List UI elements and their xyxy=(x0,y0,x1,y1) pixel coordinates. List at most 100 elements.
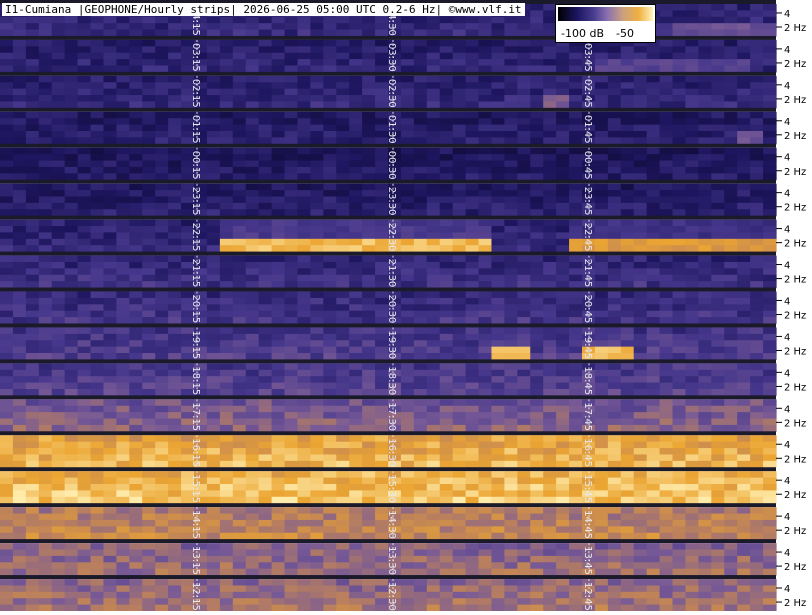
heatmap-cell xyxy=(220,454,234,461)
heatmap-cell xyxy=(26,89,40,96)
heatmap-cell xyxy=(673,65,687,72)
heatmap-cell xyxy=(310,131,324,138)
heatmap-cell xyxy=(724,490,738,497)
heatmap-cell xyxy=(479,275,493,282)
heatmap-cell xyxy=(698,471,712,478)
heatmap-cell xyxy=(466,76,480,83)
heatmap-cell xyxy=(414,184,428,191)
heatmap-cell xyxy=(660,484,674,491)
heatmap-cell xyxy=(660,292,674,299)
heatmap-cell xyxy=(285,406,299,413)
heatmap-cell xyxy=(155,148,169,155)
heatmap-cell xyxy=(155,262,169,269)
heatmap-cell xyxy=(763,245,777,252)
heatmap-cell xyxy=(660,454,674,461)
heatmap-cell xyxy=(634,167,648,174)
heatmap-cell xyxy=(737,53,751,60)
heatmap-cell xyxy=(349,406,363,413)
heatmap-cell xyxy=(660,95,674,102)
heatmap-cell xyxy=(647,497,661,504)
heatmap-cell xyxy=(285,89,299,96)
heatmap-cell xyxy=(621,490,635,497)
heatmap-cell xyxy=(129,89,143,96)
heatmap-cell xyxy=(479,203,493,210)
heatmap-cell xyxy=(401,406,415,413)
heatmap-cell xyxy=(698,425,712,432)
heatmap-cell xyxy=(103,281,117,288)
heatmap-cell xyxy=(142,101,156,108)
heatmap-cell xyxy=(673,304,687,311)
heatmap-cell xyxy=(297,520,311,527)
heatmap-cell xyxy=(78,340,92,347)
heatmap-cell xyxy=(233,383,247,390)
heatmap-cell xyxy=(466,82,480,89)
heatmap-cell xyxy=(116,131,130,138)
heatmap-cell xyxy=(608,101,622,108)
heatmap-cell xyxy=(763,550,777,557)
heatmap-cell xyxy=(608,292,622,299)
heatmap-cell xyxy=(724,292,738,299)
heatmap-cell xyxy=(142,389,156,396)
heatmap-cell xyxy=(207,148,221,155)
heatmap-cell xyxy=(272,347,286,354)
heatmap-cell xyxy=(685,347,699,354)
freq-tick-label: 4 xyxy=(784,153,790,164)
heatmap-cell xyxy=(724,435,738,442)
heatmap-cell xyxy=(504,543,518,550)
heatmap-cell xyxy=(310,520,324,527)
heatmap-cell xyxy=(750,317,764,324)
heatmap-cell xyxy=(297,514,311,521)
heatmap-cell xyxy=(427,490,441,497)
heatmap-cell xyxy=(530,376,544,383)
heatmap-cell xyxy=(129,161,143,168)
heatmap-cell xyxy=(285,268,299,275)
heatmap-cell xyxy=(698,118,712,125)
heatmap-cell xyxy=(103,95,117,102)
freq-axis-panel xyxy=(776,0,812,611)
heatmap-cell xyxy=(129,196,143,203)
heatmap-cell xyxy=(103,118,117,125)
heatmap-cell xyxy=(78,196,92,203)
heatmap-cell xyxy=(91,161,105,168)
heatmap-cell xyxy=(362,112,376,119)
heatmap-cell xyxy=(621,311,635,318)
heatmap-cell xyxy=(103,17,117,24)
heatmap-cell xyxy=(103,30,117,37)
heatmap-cell xyxy=(608,184,622,191)
heatmap-cell xyxy=(660,203,674,210)
heatmap-cell xyxy=(233,520,247,527)
heatmap-cell xyxy=(103,363,117,370)
heatmap-cell xyxy=(608,556,622,563)
heatmap-cell xyxy=(285,184,299,191)
heatmap-cell xyxy=(698,327,712,334)
heatmap-cell xyxy=(427,478,441,485)
heatmap-cell xyxy=(65,226,79,233)
heatmap-cell xyxy=(220,370,234,377)
heatmap-cell xyxy=(750,239,764,246)
heatmap-cell xyxy=(491,406,505,413)
heatmap-cell xyxy=(65,484,79,491)
heatmap-cell xyxy=(724,327,738,334)
heatmap-cell xyxy=(39,184,53,191)
heatmap-cell xyxy=(220,190,234,197)
heatmap-cell xyxy=(336,334,350,341)
heatmap-cell xyxy=(621,347,635,354)
heatmap-cell xyxy=(142,399,156,406)
heatmap-cell xyxy=(246,131,260,138)
time-label: 01:15 xyxy=(190,115,201,144)
heatmap-cell xyxy=(401,514,415,521)
heatmap-cell xyxy=(737,46,751,53)
heatmap-cell xyxy=(323,383,337,390)
heatmap-cell xyxy=(349,137,363,144)
heatmap-cell xyxy=(233,347,247,354)
heatmap-cell xyxy=(207,209,221,216)
heatmap-cell xyxy=(737,383,751,390)
heatmap-cell xyxy=(750,406,764,413)
heatmap-cell xyxy=(634,292,648,299)
heatmap-cell xyxy=(763,543,777,550)
heatmap-cell xyxy=(556,520,570,527)
heatmap-cell xyxy=(763,232,777,239)
heatmap-cell xyxy=(530,383,544,390)
heatmap-cell xyxy=(647,203,661,210)
heatmap-cell xyxy=(220,340,234,347)
